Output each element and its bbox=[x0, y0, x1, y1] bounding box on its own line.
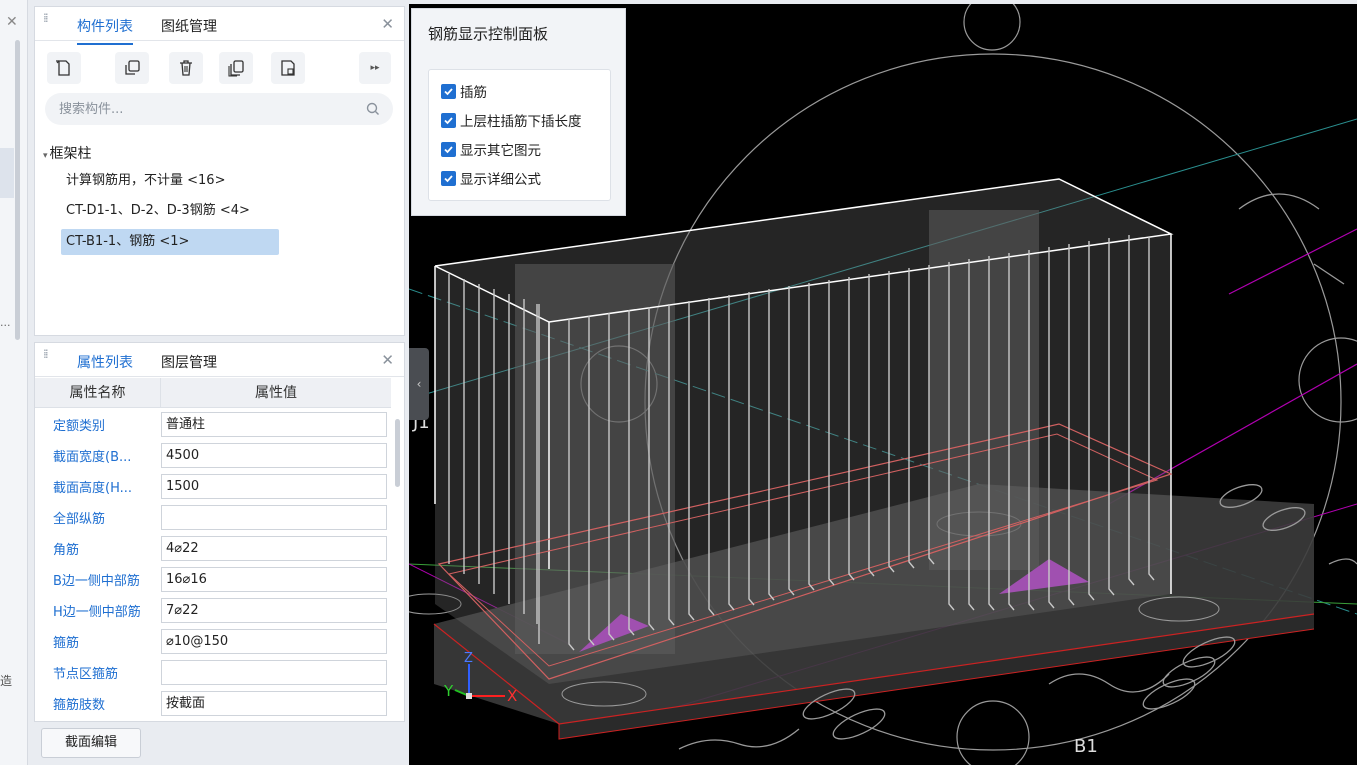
property-value[interactable] bbox=[161, 505, 387, 530]
table-row: H边一侧中部筋 7⌀22 bbox=[35, 595, 391, 626]
ellipsis-icon: ... bbox=[0, 316, 11, 329]
search-box[interactable] bbox=[45, 93, 393, 125]
tab-drawing-management[interactable]: 图纸管理 bbox=[161, 16, 217, 36]
property-value[interactable]: 16⌀16 bbox=[161, 567, 387, 592]
checkbox-label: 显示其它图元 bbox=[460, 143, 541, 159]
checkbox-show-detailed-formula[interactable]: 显示详细公式 bbox=[441, 167, 541, 189]
property-name: B边一侧中部筋 bbox=[53, 574, 140, 589]
table-row: B边一侧中部筋 16⌀16 bbox=[35, 564, 391, 595]
chevron-left-icon: ‹ bbox=[416, 377, 422, 391]
caret-down-icon[interactable]: ▾ bbox=[43, 151, 48, 161]
checkbox-label: 显示详细公式 bbox=[460, 172, 541, 188]
tree-group[interactable]: ▾ 框架柱 bbox=[43, 143, 92, 163]
tree-item[interactable]: CT-D1-1、D-2、D-3钢筋 <4> bbox=[61, 198, 255, 224]
property-name: 角筋 bbox=[53, 543, 80, 558]
property-value[interactable]: 普通柱 bbox=[161, 412, 387, 437]
panel-title: 钢筋显示控制面板 bbox=[428, 25, 549, 43]
property-value[interactable]: 7⌀22 bbox=[161, 598, 387, 623]
scrollbar[interactable] bbox=[395, 419, 400, 487]
checkbox-show-other-elements[interactable]: 显示其它图元 bbox=[441, 138, 541, 160]
property-name: 全部纵筋 bbox=[53, 512, 106, 527]
close-icon[interactable]: ✕ bbox=[381, 351, 394, 369]
collapse-panel-button[interactable]: ‹ bbox=[409, 348, 429, 420]
panel-header: ⁞⁞ 属性列表 图层管理 ✕ bbox=[35, 343, 404, 381]
left-collapsed-panel: ✕ ... 造 bbox=[0, 0, 28, 765]
tab-component-list[interactable]: 构件列表 bbox=[77, 16, 133, 45]
search-icon[interactable] bbox=[365, 101, 381, 117]
property-name: 箍筋 bbox=[53, 636, 80, 651]
table-row: 箍筋 ⌀10@150 bbox=[35, 626, 391, 657]
scrollbar[interactable] bbox=[15, 40, 20, 340]
more-button[interactable]: ▸▸ bbox=[359, 52, 391, 84]
options-box: 插筋 上层柱插筋下插长度 显示其它图元 显示详细公式 bbox=[428, 69, 611, 201]
property-value[interactable]: 按截面 bbox=[161, 691, 387, 716]
table-row: 定额类别 普通柱 bbox=[35, 409, 391, 440]
selected-row-marker bbox=[0, 148, 14, 198]
axis-label-z: Z bbox=[464, 651, 473, 666]
property-name: 节点区箍筋 bbox=[53, 667, 119, 682]
table-row: 节点区箍筋 bbox=[35, 657, 391, 688]
column-header-value: 属性值 bbox=[161, 378, 391, 408]
delete-button[interactable] bbox=[169, 52, 203, 84]
table-row: 全部纵筋 bbox=[35, 502, 391, 533]
save-as-icon bbox=[281, 60, 295, 76]
close-icon[interactable]: ✕ bbox=[381, 15, 394, 33]
axis-label-y: Y bbox=[443, 682, 454, 700]
checkbox-dowel[interactable]: 插筋 bbox=[441, 80, 487, 102]
copy-button[interactable] bbox=[115, 52, 149, 84]
property-name: 定额类别 bbox=[53, 419, 106, 434]
tab-layer-management[interactable]: 图层管理 bbox=[161, 352, 217, 372]
table-row: 截面高度(H... 1500 bbox=[35, 471, 391, 502]
axis-label-x: X bbox=[507, 687, 517, 705]
truncated-label: 造 bbox=[0, 674, 13, 688]
checkbox-label: 上层柱插筋下插长度 bbox=[460, 114, 582, 130]
tree-item-selected[interactable]: CT-B1-1、钢筋 <1> bbox=[61, 229, 279, 255]
property-value[interactable] bbox=[161, 660, 387, 685]
tab-property-list[interactable]: 属性列表 bbox=[77, 352, 133, 381]
checkbox-label: 插筋 bbox=[460, 85, 487, 101]
new-component-button[interactable] bbox=[47, 52, 81, 84]
duplicate-button[interactable] bbox=[219, 52, 253, 84]
new-icon bbox=[56, 60, 70, 76]
tree-item[interactable]: 计算钢筋用，不计量 <16> bbox=[61, 168, 230, 194]
checkbox-checked-icon[interactable] bbox=[441, 170, 456, 186]
drag-handle-icon[interactable]: ⁞⁞ bbox=[43, 12, 51, 24]
copy-icon bbox=[125, 60, 140, 75]
save-as-button[interactable] bbox=[271, 52, 305, 84]
checkbox-checked-icon[interactable] bbox=[441, 112, 456, 128]
checkbox-upper-column-dowel-length[interactable]: 上层柱插筋下插长度 bbox=[441, 109, 582, 131]
table-row: 截面宽度(B... 4500 bbox=[35, 440, 391, 471]
checkbox-checked-icon[interactable] bbox=[441, 141, 456, 157]
property-name: 截面高度(H... bbox=[53, 481, 133, 496]
property-name: H边一侧中部筋 bbox=[53, 605, 141, 620]
delete-icon bbox=[180, 60, 192, 76]
property-name: 箍筋肢数 bbox=[53, 698, 106, 713]
property-name: 截面宽度(B... bbox=[53, 450, 132, 465]
property-value[interactable]: 4⌀22 bbox=[161, 536, 387, 561]
search-input[interactable] bbox=[59, 100, 359, 118]
close-icon[interactable]: ✕ bbox=[6, 14, 18, 30]
grid-label-bottom: B1 bbox=[1074, 736, 1098, 757]
duplicate-icon bbox=[228, 60, 244, 77]
edit-section-button[interactable]: 截面编辑 bbox=[41, 728, 141, 758]
drag-handle-icon[interactable]: ⁞⁞ bbox=[43, 348, 51, 360]
panel-header: ⁞⁞ 构件列表 图纸管理 ✕ bbox=[35, 7, 404, 45]
more-icon: ▸▸ bbox=[370, 63, 380, 73]
table-row: 角筋 4⌀22 bbox=[35, 533, 391, 564]
property-value[interactable]: ⌀10@150 bbox=[161, 629, 387, 654]
tree-group-label: 框架柱 bbox=[49, 146, 92, 162]
property-list-panel: ⁞⁞ 属性列表 图层管理 ✕ 属性名称 属性值 定额类别 普通柱 截面宽度(B.… bbox=[34, 342, 405, 722]
property-value[interactable]: 1500 bbox=[161, 474, 387, 499]
component-list-panel: ⁞⁞ 构件列表 图纸管理 ✕ ▼ ▸▸ ▾框架柱 计算钢筋用，不计量 <16> … bbox=[34, 6, 405, 336]
column-header-name: 属性名称 bbox=[35, 378, 161, 408]
property-value[interactable]: 4500 bbox=[161, 443, 387, 468]
checkbox-checked-icon[interactable] bbox=[441, 83, 456, 99]
table-row: 箍筋肢数 按截面 bbox=[35, 688, 391, 719]
rebar-display-control-panel: 钢筋显示控制面板 插筋 上层柱插筋下插长度 显示其它图元 显示详细公式 bbox=[411, 8, 626, 216]
